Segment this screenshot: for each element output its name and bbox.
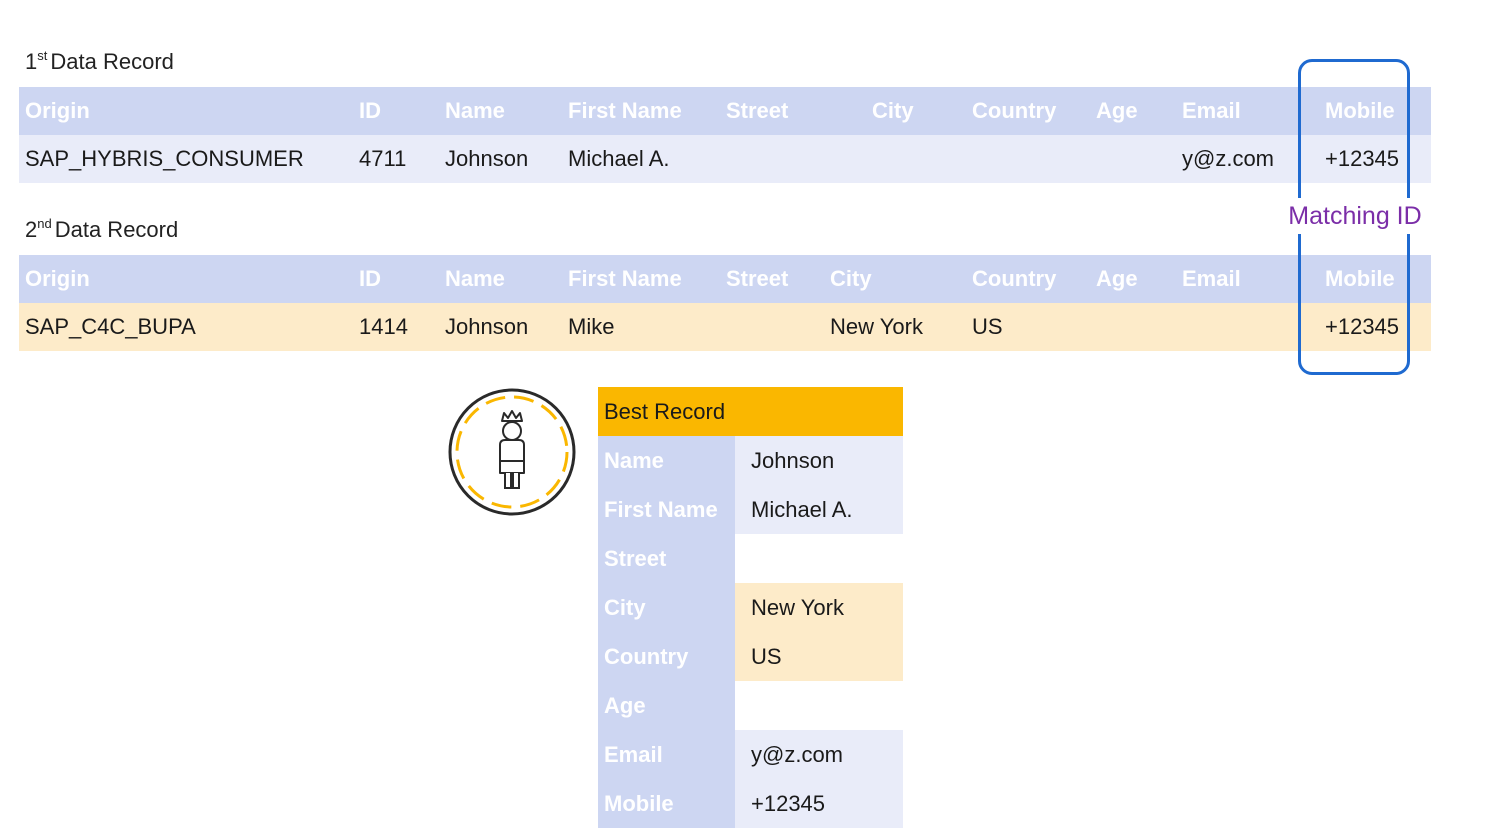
record1-city bbox=[843, 135, 966, 183]
record2-caption-sup: nd bbox=[37, 216, 52, 231]
record1-header-first-name: First Name bbox=[562, 87, 720, 135]
best-record-row: City New York bbox=[598, 583, 903, 632]
record2-city: New York bbox=[824, 303, 966, 351]
best-record-value-mobile: +12345 bbox=[735, 779, 903, 828]
best-record-value-name: Johnson bbox=[735, 436, 903, 485]
record1-country bbox=[966, 135, 1090, 183]
record1-caption-text: Data Record bbox=[50, 49, 174, 74]
best-record-label-age: Age bbox=[598, 681, 735, 730]
record1-caption-sup: st bbox=[37, 48, 48, 63]
best-record-value-age bbox=[735, 681, 903, 730]
best-record-row: First Name Michael A. bbox=[598, 485, 903, 534]
record2-caption-text: Data Record bbox=[54, 217, 179, 242]
record2-header-name: Name bbox=[439, 255, 562, 303]
record2-email bbox=[1176, 303, 1309, 351]
record1-header-row: Origin ID Name First Name Street City Co… bbox=[19, 87, 1431, 135]
crowned-person-icon bbox=[447, 387, 577, 517]
best-record-value-city: New York bbox=[735, 583, 903, 632]
best-record-value-email: y@z.com bbox=[735, 730, 903, 779]
record2-header-row: Origin ID Name First Name Street City Co… bbox=[19, 255, 1431, 303]
best-record-value-street bbox=[735, 534, 903, 583]
record2-id: 1414 bbox=[353, 303, 439, 351]
record2-header-street: Street bbox=[720, 255, 824, 303]
record2-country: US bbox=[966, 303, 1090, 351]
record1-header-name: Name bbox=[439, 87, 562, 135]
record2-name: Johnson bbox=[439, 303, 562, 351]
best-record-row: Mobile +12345 bbox=[598, 779, 903, 828]
best-record-row: Street bbox=[598, 534, 903, 583]
record2-header-city: City bbox=[824, 255, 966, 303]
record1-caption-num: 1 bbox=[25, 49, 38, 74]
matching-id-label: Matching ID bbox=[1280, 198, 1430, 234]
best-record-row: Age bbox=[598, 681, 903, 730]
best-record-value-country: US bbox=[735, 632, 903, 681]
record1-table: Origin ID Name First Name Street City Co… bbox=[19, 87, 1431, 183]
record1-id: 4711 bbox=[353, 135, 439, 183]
best-record-label-first-name: First Name bbox=[598, 485, 735, 534]
best-record-label-email: Email bbox=[598, 730, 735, 779]
best-record-row: Country US bbox=[598, 632, 903, 681]
record1-header-country: Country bbox=[966, 87, 1090, 135]
record1-name: Johnson bbox=[439, 135, 562, 183]
best-record-table: Best Record Name Johnson First Name Mich… bbox=[598, 387, 903, 828]
record1-header-age: Age bbox=[1090, 87, 1176, 135]
record2-age bbox=[1090, 303, 1176, 351]
record1-street bbox=[720, 135, 843, 183]
record1-data-row: SAP_HYBRIS_CONSUMER 4711 Johnson Michael… bbox=[19, 135, 1431, 183]
record2-caption: 2nd Data Record bbox=[25, 216, 178, 243]
record2-header-email: Email bbox=[1176, 255, 1309, 303]
best-record-row: Email y@z.com bbox=[598, 730, 903, 779]
record1-header-street: Street bbox=[720, 87, 843, 135]
best-record-label-mobile: Mobile bbox=[598, 779, 735, 828]
record1-header-city: City bbox=[843, 87, 966, 135]
record2-caption-num: 2 bbox=[25, 217, 38, 242]
record2-origin: SAP_C4C_BUPA bbox=[19, 303, 353, 351]
best-record-title-row: Best Record bbox=[598, 387, 903, 436]
record1-header-email: Email bbox=[1176, 87, 1309, 135]
record1-caption: 1st Data Record bbox=[25, 48, 174, 75]
record2-street bbox=[720, 303, 824, 351]
record2-header-origin: Origin bbox=[19, 255, 353, 303]
record1-header-id: ID bbox=[353, 87, 439, 135]
record2-header-age: Age bbox=[1090, 255, 1176, 303]
record2-header-country: Country bbox=[966, 255, 1090, 303]
best-record-label-street: Street bbox=[598, 534, 735, 583]
best-record-value-first-name: Michael A. bbox=[735, 485, 903, 534]
record1-first-name: Michael A. bbox=[562, 135, 720, 183]
record1-age bbox=[1090, 135, 1176, 183]
record2-header-id: ID bbox=[353, 255, 439, 303]
record1-origin: SAP_HYBRIS_CONSUMER bbox=[19, 135, 353, 183]
record1-header-origin: Origin bbox=[19, 87, 353, 135]
record1-email: y@z.com bbox=[1176, 135, 1309, 183]
record2-table: Origin ID Name First Name Street City Co… bbox=[19, 255, 1431, 351]
record2-header-first-name: First Name bbox=[562, 255, 720, 303]
best-record-label-name: Name bbox=[598, 436, 735, 485]
record2-first-name: Mike bbox=[562, 303, 720, 351]
best-record-title: Best Record bbox=[598, 387, 903, 436]
record2-data-row: SAP_C4C_BUPA 1414 Johnson Mike New York … bbox=[19, 303, 1431, 351]
best-record-label-city: City bbox=[598, 583, 735, 632]
best-record-label-country: Country bbox=[598, 632, 735, 681]
best-record-row: Name Johnson bbox=[598, 436, 903, 485]
